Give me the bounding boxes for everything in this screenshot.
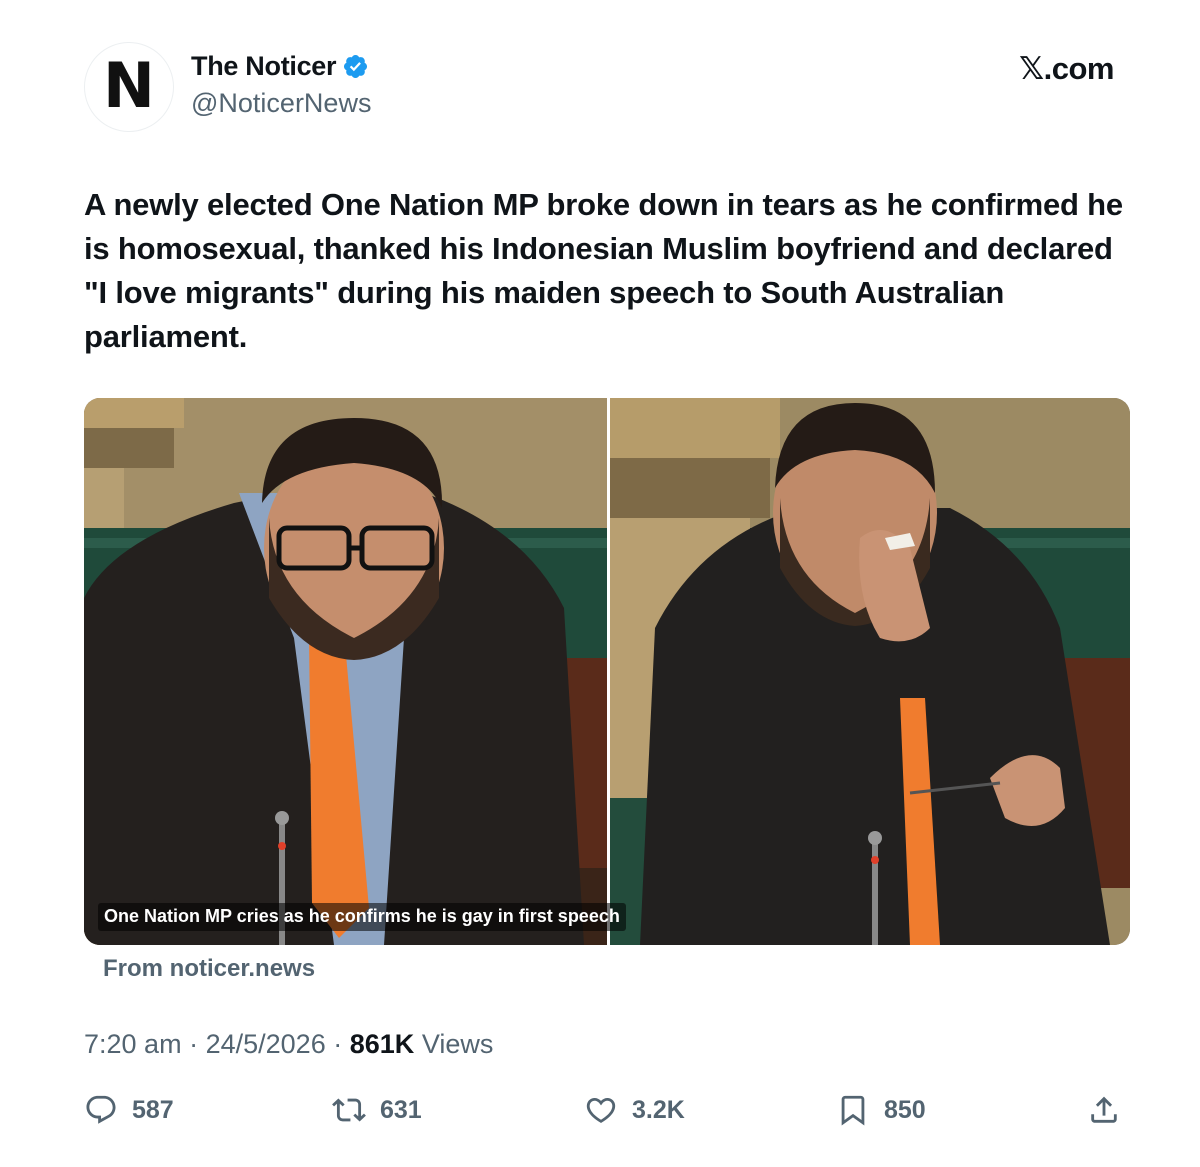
bookmark-icon [841,1095,865,1126]
share-icon [1091,1096,1117,1123]
views-count: 861K [349,1029,415,1059]
reply-count: 587 [132,1095,174,1124]
verified-badge-icon [344,54,368,79]
media-image-left[interactable] [84,398,607,945]
tweet-meta: 7:20 am · 24/5/2026 · 861K Views [84,1029,493,1060]
tweet-time[interactable]: 7:20 am [84,1029,182,1059]
author-handle[interactable]: @NoticerNews [191,88,371,119]
views-label: Views [421,1029,494,1059]
author-display-name[interactable]: The Noticer [191,51,337,82]
media-image-right[interactable] [610,398,1130,945]
x-brand-label: 𝕏.com [1019,51,1114,86]
meta-separator: · [333,1029,343,1059]
mp-reading-speech-image [84,398,607,945]
repost-icon [332,1098,366,1122]
share-button[interactable] [1087,1090,1121,1130]
mp-wiping-tears-image [610,398,1130,945]
tweet-actions: 587 631 3.2K 850 [84,1090,1130,1130]
reply-button[interactable]: 587 [84,1090,174,1130]
media-caption: One Nation MP cries as he confirms he is… [98,903,626,931]
like-count: 3.2K [632,1095,685,1124]
tweet-media[interactable]: One Nation MP cries as he confirms he is… [84,398,1130,945]
bookmark-button[interactable]: 850 [836,1090,926,1130]
avatar-logo-letter: N [103,49,155,122]
tweet-text: A newly elected One Nation MP broke down… [84,187,1123,354]
like-button[interactable]: 3.2K [584,1090,685,1130]
like-icon [586,1097,616,1123]
author-avatar[interactable]: N [84,42,174,132]
repost-count: 631 [380,1095,422,1124]
meta-separator: · [189,1029,199,1059]
media-source-link[interactable]: From noticer.news [103,955,315,983]
tweet-date[interactable]: 24/5/2026 [206,1029,326,1059]
repost-button[interactable]: 631 [332,1090,422,1130]
reply-icon [86,1095,116,1124]
bookmark-count: 850 [884,1095,926,1124]
author-name-row: The Noticer [191,51,369,82]
